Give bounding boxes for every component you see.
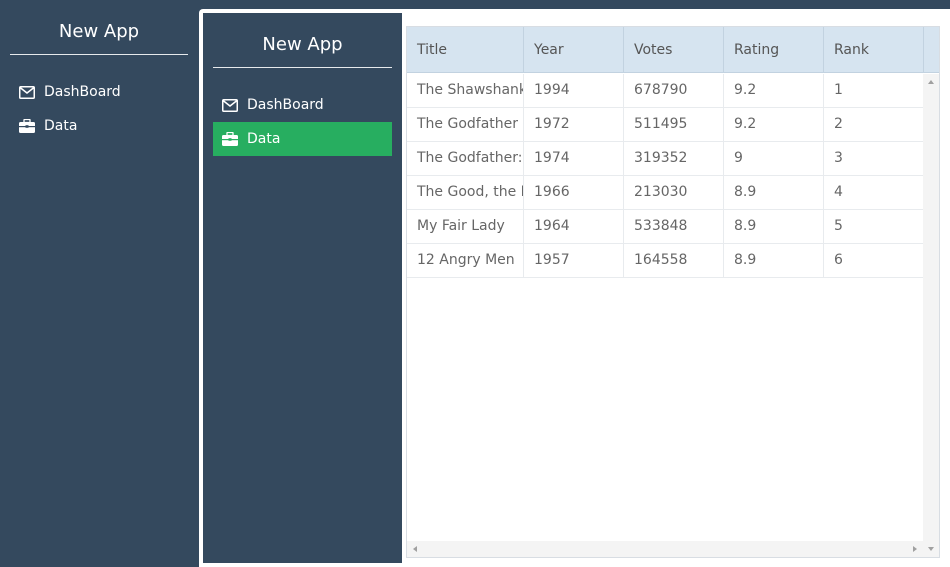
background-nav-dashboard[interactable]: DashBoard [10,75,188,109]
vertical-scrollbar[interactable] [923,74,939,541]
column-header-votes[interactable]: Votes [624,27,724,72]
cell-votes[interactable]: 319352 [624,142,724,175]
envelope-icon [19,85,37,99]
cell-votes[interactable]: 533848 [624,210,724,243]
sidebar-item-dashboard[interactable]: DashBoard [213,88,392,122]
cell-rating[interactable]: 9.2 [724,74,824,107]
cell-title[interactable]: My Fair Lady [407,210,524,243]
cell-title[interactable]: 12 Angry Men [407,244,524,277]
briefcase-icon [19,119,37,133]
app-title: New App [213,23,392,68]
grid-body: The Shawshank Redemption 1994 678790 9.2… [407,74,923,541]
table-row[interactable]: The Shawshank Redemption 1994 678790 9.2… [407,74,923,108]
cell-votes[interactable]: 213030 [624,176,724,209]
column-header-rating[interactable]: Rating [724,27,824,72]
cell-rating[interactable]: 8.9 [724,210,824,243]
cell-title[interactable]: The Godfather [407,108,524,141]
horizontal-scrollbar[interactable] [407,541,923,557]
scroll-corner [923,541,939,557]
cell-rank[interactable]: 6 [824,244,923,277]
header-filler [924,27,939,72]
table-row[interactable]: My Fair Lady 1964 533848 8.9 5 [407,210,923,244]
cell-rating[interactable]: 8.9 [724,176,824,209]
grid-header: Title Year Votes Rating Rank [407,27,939,73]
cell-votes[interactable]: 678790 [624,74,724,107]
cell-title[interactable]: The Godfather: Part II [407,142,524,175]
cell-rating[interactable]: 8.9 [724,244,824,277]
table-row[interactable]: 12 Angry Men 1957 164558 8.9 6 [407,244,923,278]
table-row[interactable]: The Godfather: Part II 1974 319352 9 3 [407,142,923,176]
scroll-left-icon[interactable] [413,546,417,552]
scroll-right-icon[interactable] [913,546,917,552]
background-sidebar: New App DashBoard Data [0,0,198,567]
cell-rank[interactable]: 4 [824,176,923,209]
data-grid[interactable]: Title Year Votes Rating Rank The Shawsha… [406,26,940,558]
scroll-down-icon[interactable] [928,547,934,551]
cell-year[interactable]: 1966 [524,176,624,209]
background-nav-data[interactable]: Data [10,109,188,143]
cell-votes[interactable]: 511495 [624,108,724,141]
cell-title[interactable]: The Good, the Bad and the Ugly [407,176,524,209]
sidebar-item-data-label: Data [247,131,281,147]
background-nav-data-label: Data [44,118,78,134]
sidebar: New App DashBoard Data [203,13,402,563]
sidebar-item-dashboard-label: DashBoard [247,97,324,113]
cell-rating[interactable]: 9 [724,142,824,175]
cell-year[interactable]: 1974 [524,142,624,175]
background-app-title: New App [10,10,188,55]
briefcase-icon [222,132,240,146]
column-header-rank[interactable]: Rank [824,27,924,72]
cell-rank[interactable]: 2 [824,108,923,141]
app-window: New App DashBoard Data Title Year Votes … [199,9,950,567]
sidebar-item-data[interactable]: Data [213,122,392,156]
background-nav: DashBoard Data [0,75,198,143]
sidebar-nav: DashBoard Data [203,88,402,156]
cell-year[interactable]: 1972 [524,108,624,141]
cell-votes[interactable]: 164558 [624,244,724,277]
cell-year[interactable]: 1964 [524,210,624,243]
cell-rank[interactable]: 3 [824,142,923,175]
column-header-title[interactable]: Title [407,27,524,72]
cell-year[interactable]: 1994 [524,74,624,107]
envelope-icon [222,98,240,112]
cell-rank[interactable]: 1 [824,74,923,107]
cell-rating[interactable]: 9.2 [724,108,824,141]
table-row[interactable]: The Good, the Bad and the Ugly 1966 2130… [407,176,923,210]
scroll-up-icon[interactable] [928,80,934,84]
cell-year[interactable]: 1957 [524,244,624,277]
column-header-year[interactable]: Year [524,27,624,72]
table-row[interactable]: The Godfather 1972 511495 9.2 2 [407,108,923,142]
background-nav-dashboard-label: DashBoard [44,84,121,100]
cell-rank[interactable]: 5 [824,210,923,243]
cell-title[interactable]: The Shawshank Redemption [407,74,524,107]
